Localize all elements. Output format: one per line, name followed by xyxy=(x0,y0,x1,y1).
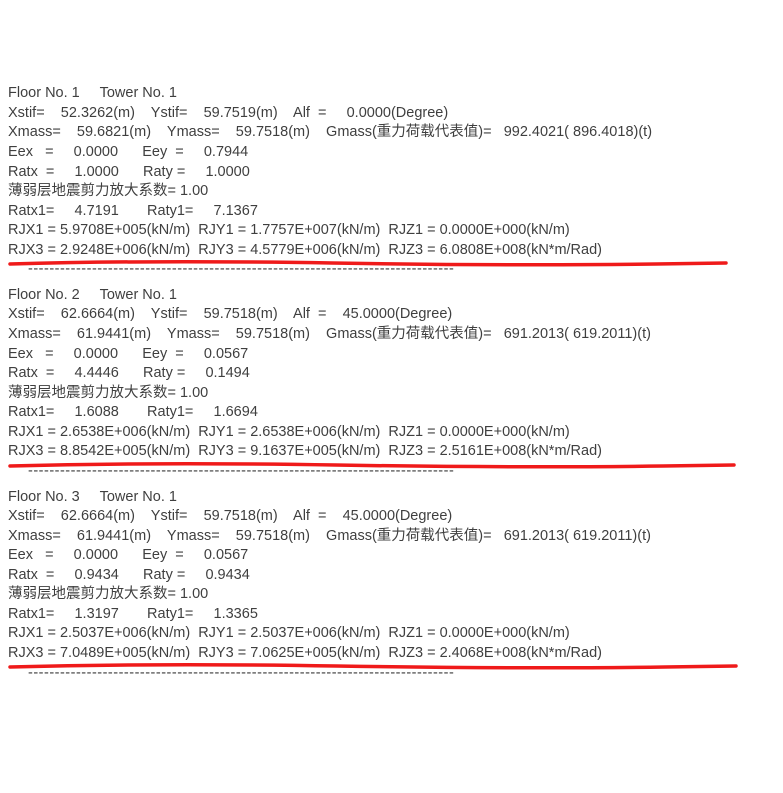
line-rat1: Ratx1= 4.7191 Raty1= 7.1367 xyxy=(8,202,775,222)
line-rat: Ratx = 1.0000 Raty = 1.0000 xyxy=(8,163,775,183)
floor-block-2: Floor No. 2 Tower No. 1Xstif= 62.6664(m)… xyxy=(8,286,775,482)
line-stif: Xstif= 62.6664(m) Ystif= 59.7518(m) Alf … xyxy=(8,507,775,527)
line-weak: 薄弱层地震剪力放大系数= 1.00 xyxy=(8,384,775,404)
separator-dashes: ----------------------------------------… xyxy=(8,260,775,280)
line-ee: Eex = 0.0000 Eey = 0.7944 xyxy=(8,143,775,163)
line-weak: 薄弱层地震剪力放大系数= 1.00 xyxy=(8,585,775,605)
line-rat1: Ratx1= 1.6088 Raty1= 1.6694 xyxy=(8,403,775,423)
line-rat1: Ratx1= 1.3197 Raty1= 1.3365 xyxy=(8,605,775,625)
line-stif: Xstif= 52.3262(m) Ystif= 59.7519(m) Alf … xyxy=(8,104,775,124)
line-header: Floor No. 3 Tower No. 1 xyxy=(8,488,775,508)
line-mass: Xmass= 59.6821(m) Ymass= 59.7518(m) Gmas… xyxy=(8,123,775,143)
line-mass: Xmass= 61.9441(m) Ymass= 59.7518(m) Gmas… xyxy=(8,325,775,345)
line-rj3: RJX3 = 2.9248E+006(kN/m) RJY3 = 4.5779E+… xyxy=(8,241,775,261)
separator-dashes: ----------------------------------------… xyxy=(8,462,775,482)
line-rat: Ratx = 0.9434 Raty = 0.9434 xyxy=(8,566,775,586)
line-rj3: RJX3 = 7.0489E+005(kN/m) RJY3 = 7.0625E+… xyxy=(8,644,775,664)
floor-block-3: Floor No. 3 Tower No. 1Xstif= 62.6664(m)… xyxy=(8,488,775,684)
line-rj3: RJX3 = 8.8542E+005(kN/m) RJY3 = 9.1637E+… xyxy=(8,442,775,462)
line-mass: Xmass= 61.9441(m) Ymass= 59.7518(m) Gmas… xyxy=(8,527,775,547)
line-rj1: RJX1 = 2.5037E+006(kN/m) RJY1 = 2.5037E+… xyxy=(8,624,775,644)
line-header: Floor No. 2 Tower No. 1 xyxy=(8,286,775,306)
line-rj1: RJX1 = 5.9708E+005(kN/m) RJY1 = 1.7757E+… xyxy=(8,221,775,241)
line-ee: Eex = 0.0000 Eey = 0.0567 xyxy=(8,345,775,365)
separator-dashes: ----------------------------------------… xyxy=(8,664,775,684)
line-weak: 薄弱层地震剪力放大系数= 1.00 xyxy=(8,182,775,202)
line-rat: Ratx = 4.4446 Raty = 0.1494 xyxy=(8,364,775,384)
line-stif: Xstif= 62.6664(m) Ystif= 59.7518(m) Alf … xyxy=(8,305,775,325)
line-rj1: RJX1 = 2.6538E+006(kN/m) RJY1 = 2.6538E+… xyxy=(8,423,775,443)
line-header: Floor No. 1 Tower No. 1 xyxy=(8,84,775,104)
line-ee: Eex = 0.0000 Eey = 0.0567 xyxy=(8,546,775,566)
floor-block-1: Floor No. 1 Tower No. 1Xstif= 52.3262(m)… xyxy=(8,84,775,280)
